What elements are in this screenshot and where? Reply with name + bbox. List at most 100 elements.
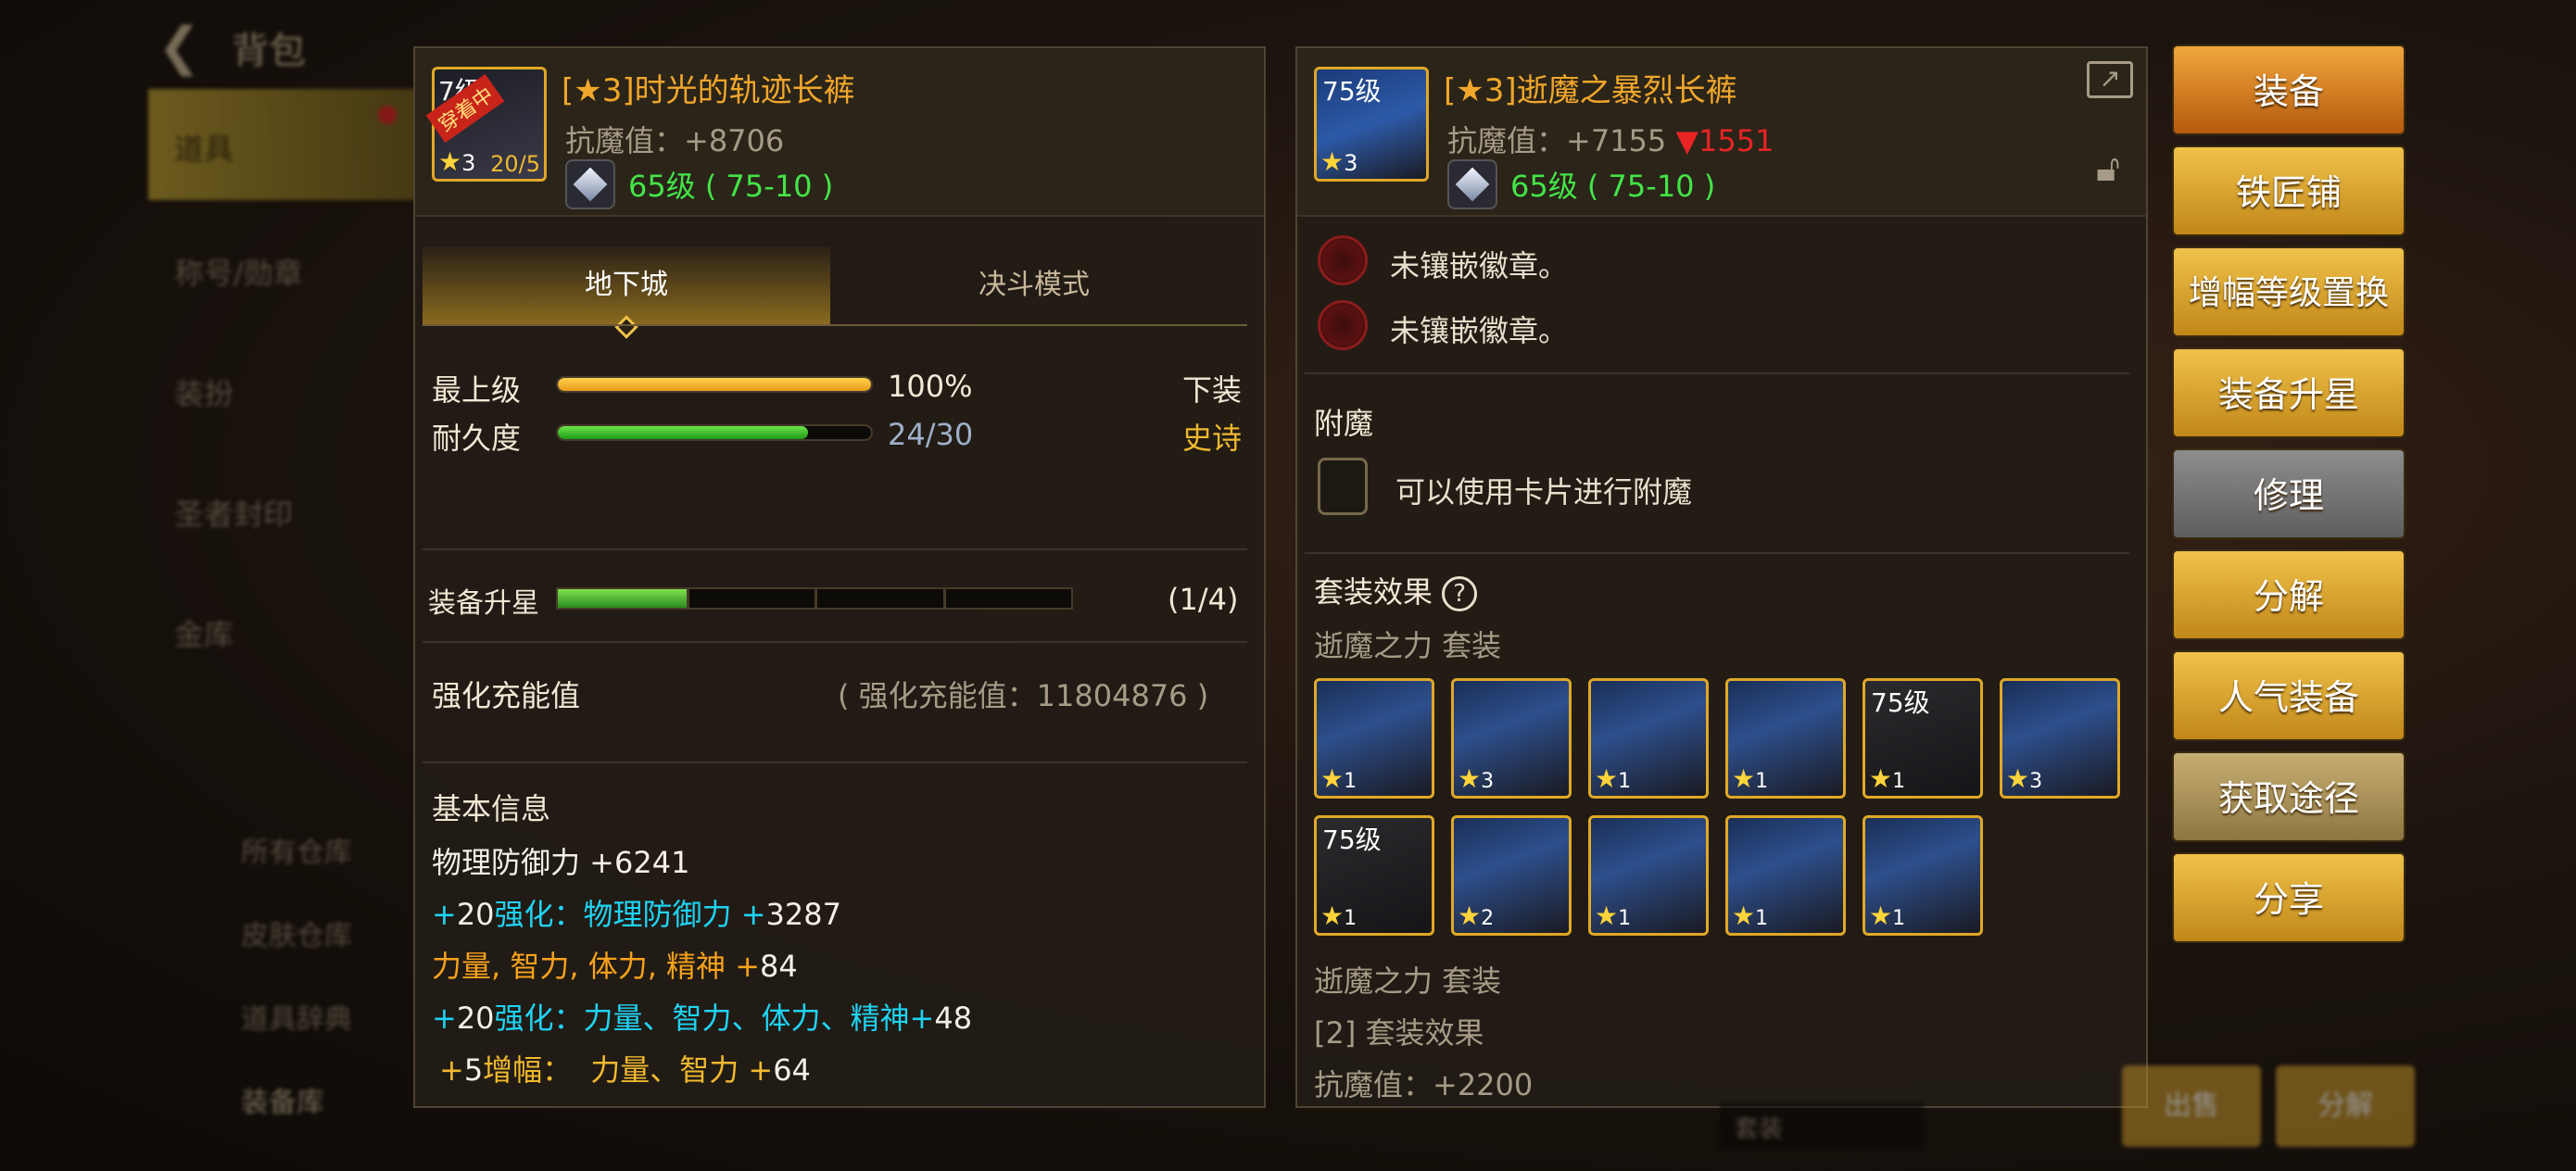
anti-magic: 抗魔值：+7155 ▼1551 bbox=[1447, 123, 1774, 158]
blacksmith-button[interactable]: 铁匠铺 bbox=[2172, 145, 2406, 236]
nav-item-seal[interactable]: 圣者封印 bbox=[148, 454, 417, 565]
equip-button[interactable]: 装备 bbox=[2172, 44, 2406, 135]
set-effect-anti: 抗魔值：+2200 bbox=[1314, 1067, 1534, 1102]
star-icon: ★1 bbox=[1732, 763, 1769, 794]
equipped-item-panel: 7级 穿着中 ★3 20/5 [★3]时光的轨迹长裤 抗魔值：+8706 65级… bbox=[413, 46, 1266, 1108]
item-header: 7级 穿着中 ★3 20/5 [★3]时光的轨迹长裤 抗魔值：+8706 65级… bbox=[415, 48, 1264, 217]
set-item-level: 75级 bbox=[1871, 687, 1930, 718]
tab-indicator-icon bbox=[614, 315, 638, 339]
set-name-2: 逝魔之力 套装 bbox=[1314, 963, 1502, 999]
decompose-button[interactable]: 分解 bbox=[2172, 549, 2406, 640]
set-item-icon[interactable]: 75级 ★1 bbox=[1863, 678, 1983, 799]
set-item-icon[interactable]: ★1 bbox=[1314, 678, 1434, 799]
star-icon: ★1 bbox=[1869, 900, 1906, 931]
item-header: 75级 ★3 [★3]逝魔之暴烈长裤 抗魔值：+7155 ▼1551 65级 (… bbox=[1297, 48, 2146, 217]
item-icon[interactable]: 75级 ★3 bbox=[1314, 67, 1429, 182]
nav-item-vault[interactable]: 金库 bbox=[148, 574, 417, 686]
compare-item-panel: 75级 ★3 [★3]逝魔之暴烈长裤 抗魔值：+7155 ▼1551 65级 (… bbox=[1295, 46, 2148, 1108]
star-up-label: 装备升星 bbox=[428, 587, 539, 620]
basic-line-4: +20强化：力量、智力、体力、精神+48 bbox=[432, 1001, 973, 1036]
item-name: [★3]逝魔之暴烈长裤 bbox=[1444, 72, 1737, 109]
set-item-level: 75级 bbox=[1322, 825, 1382, 855]
star-icon: ★1 bbox=[1595, 900, 1632, 931]
star-icon: ★1 bbox=[1732, 900, 1769, 931]
notification-dot bbox=[378, 106, 397, 124]
enhance-label: 强化充能值 bbox=[432, 678, 581, 713]
star-up-bar bbox=[556, 587, 1073, 610]
set-item-icon[interactable]: ★1 bbox=[1725, 815, 1846, 936]
durability-value: 24/30 bbox=[888, 417, 974, 452]
nav-item-avatar[interactable]: 装扮 bbox=[148, 334, 417, 445]
durability-label: 耐久度 bbox=[432, 421, 522, 456]
repair-button[interactable]: 修理 bbox=[2172, 448, 2406, 539]
tab-dungeon[interactable]: 地下城 bbox=[423, 246, 830, 339]
set-item-icon[interactable]: ★1 bbox=[1588, 815, 1709, 936]
nav-item-items[interactable]: 道具 bbox=[148, 89, 417, 200]
star-icon: ★3 bbox=[1458, 763, 1495, 794]
set-item-icon[interactable]: 75级 ★1 bbox=[1314, 815, 1434, 936]
share-icon[interactable]: ↗ bbox=[2087, 61, 2133, 98]
socket-text-2: 未镶嵌徽章。 bbox=[1390, 313, 1569, 348]
popular-gear-button[interactable]: 人气装备 bbox=[2172, 650, 2406, 741]
set-item-icon[interactable]: ★1 bbox=[1588, 678, 1709, 799]
decompose-bottom-button[interactable]: 分解 bbox=[2276, 1065, 2415, 1147]
obtain-source-button[interactable]: 获取途径 bbox=[2172, 751, 2406, 842]
set-title: 套装效果 ? bbox=[1314, 569, 1478, 611]
set-item-icon[interactable]: ★2 bbox=[1451, 815, 1572, 936]
durability-bar bbox=[556, 424, 873, 441]
basic-line-2: +20强化：物理防御力 +3287 bbox=[432, 897, 841, 932]
top-grade-label: 最上级 bbox=[432, 372, 522, 408]
basic-line-3: 力量, 智力, 体力, 精神 +84 bbox=[432, 949, 798, 984]
item-icon[interactable]: 7级 穿着中 ★3 20/5 bbox=[425, 67, 547, 182]
basic-line-1: 物理防御力 +6241 bbox=[432, 845, 690, 880]
set-item-icon[interactable]: ★1 bbox=[1725, 678, 1846, 799]
empty-socket-icon[interactable] bbox=[1318, 235, 1368, 285]
lock-icon[interactable]: 🔓︎ bbox=[2090, 145, 2126, 192]
star-icon: ★1 bbox=[1320, 900, 1357, 931]
set-item-icon[interactable]: ★1 bbox=[1863, 815, 1983, 936]
star-up-value: (1/4) bbox=[1168, 582, 1239, 617]
star-icon: ★1 bbox=[1869, 763, 1906, 794]
icon-progress: 20/5 bbox=[490, 151, 540, 177]
warehouse-skin[interactable]: 皮肤仓库 bbox=[241, 913, 352, 953]
tab-pvp[interactable]: 决斗模式 bbox=[830, 246, 1238, 324]
amplify-transfer-button[interactable]: 增幅等级置换 bbox=[2172, 246, 2406, 337]
star-icon: ★3 bbox=[438, 146, 476, 177]
nav-title: 背包 bbox=[232, 30, 306, 72]
share-button[interactable]: 分享 bbox=[2172, 852, 2406, 943]
empty-socket-icon[interactable] bbox=[1318, 300, 1368, 350]
warehouse-dictionary[interactable]: 道具辞典 bbox=[241, 996, 352, 1037]
sell-button[interactable]: 出售 bbox=[2122, 1065, 2261, 1147]
set-item-icon[interactable]: ★3 bbox=[1451, 678, 1572, 799]
basic-info-title: 基本信息 bbox=[432, 791, 551, 826]
basic-line-5: +5增幅： 力量、智力 +64 bbox=[439, 1052, 811, 1088]
back-arrow-icon[interactable]: ❮ bbox=[158, 17, 201, 77]
warehouse-all[interactable]: 所有仓库 bbox=[241, 829, 352, 870]
star-icon: ★1 bbox=[1595, 763, 1632, 794]
set-name: 逝魔之力 套装 bbox=[1314, 628, 1502, 663]
enhance-value: ( 强化充能值：11804876 ) bbox=[838, 678, 1209, 713]
slot-type: 下装 bbox=[1182, 372, 1243, 408]
star-icon: ★2 bbox=[1458, 900, 1495, 931]
help-icon[interactable]: ? bbox=[1442, 576, 1478, 611]
star-up-button[interactable]: 装备升星 bbox=[2172, 347, 2406, 438]
anti-magic: 抗魔值：+8706 bbox=[565, 123, 785, 158]
card-slot-icon[interactable] bbox=[1318, 458, 1368, 515]
set-item-icon[interactable]: ★3 bbox=[2000, 678, 2120, 799]
top-grade-bar bbox=[556, 376, 873, 393]
level-range: 65级 ( 75-10 ) bbox=[1510, 169, 1716, 204]
gem-icon bbox=[565, 159, 615, 209]
level-range: 65级 ( 75-10 ) bbox=[628, 169, 834, 204]
top-grade-value: 100% bbox=[888, 369, 973, 404]
enchant-text: 可以使用卡片进行附魔 bbox=[1395, 474, 1693, 510]
warehouse-equipment[interactable]: 装备库 bbox=[241, 1079, 324, 1120]
set-dropdown[interactable]: 套装 bbox=[1720, 1102, 1924, 1149]
gem-icon bbox=[1447, 159, 1497, 209]
enchant-title: 附魔 bbox=[1314, 406, 1374, 441]
star-icon: ★1 bbox=[1320, 763, 1357, 794]
rarity: 史诗 bbox=[1182, 421, 1243, 456]
set-effect-2: [2] 套装效果 bbox=[1314, 1015, 1484, 1051]
star-icon: ★3 bbox=[2006, 763, 2043, 794]
item-name: [★3]时光的轨迹长裤 bbox=[562, 72, 855, 109]
nav-item-titles[interactable]: 称号/勋章 bbox=[148, 213, 417, 324]
